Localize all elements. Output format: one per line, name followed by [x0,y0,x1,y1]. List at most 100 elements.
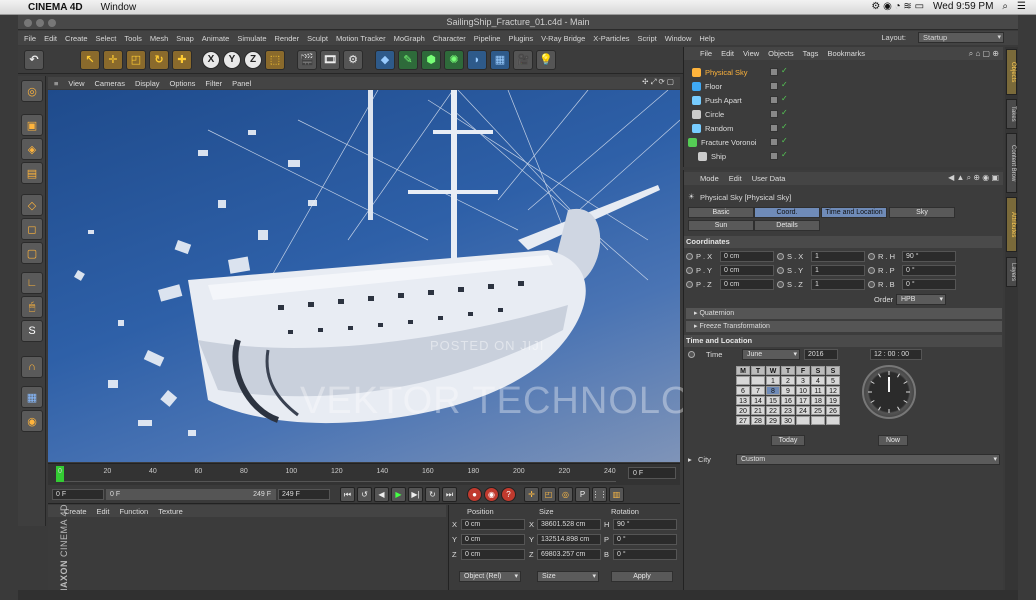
menu-window[interactable]: Window [665,34,692,43]
tweak-mode-icon[interactable]: 🖱 [21,296,43,318]
model-mode-icon[interactable]: ▣ [21,114,43,136]
menu-script[interactable]: Script [638,34,657,43]
viewport-menu-display[interactable]: Display [135,79,160,88]
menu-plugins[interactable]: Plugins [508,34,533,43]
calendar-day[interactable]: 21 [751,406,765,415]
menu-select[interactable]: Select [96,34,117,43]
menu-motion-tracker[interactable]: Motion Tracker [336,34,386,43]
calendar-day[interactable] [751,376,765,385]
viewport-menu-filter[interactable]: Filter [205,79,222,88]
calendar-day[interactable]: 22 [766,406,780,415]
calendar-day[interactable]: 28 [751,416,765,425]
menu-render[interactable]: Render [275,34,300,43]
year-field[interactable]: 2016 [804,349,838,360]
calendar-day[interactable]: 9 [781,386,795,395]
menu-file[interactable]: File [24,34,36,43]
object-row-physical-sky[interactable]: Physical Sky ✓ [684,66,1003,79]
render-settings-icon[interactable]: ⚙ [343,49,363,70]
calendar-day[interactable]: 12 [826,386,840,395]
calendar-day[interactable]: 27 [736,416,750,425]
viewport-handle-icon[interactable]: ≡ [54,79,58,88]
coord-anim-toggle[interactable] [868,253,875,260]
calendar-day[interactable] [826,416,840,425]
calendar-day[interactable]: 8 [766,386,780,395]
app-menu[interactable]: CINEMA 4D [28,2,83,13]
key-param-icon[interactable]: P [575,487,590,502]
object-manager-nav-icons[interactable]: ⌕ ⌂ ▢ ⊕ [969,49,999,59]
time-field[interactable]: 12 : 00 : 00 [870,349,922,360]
layer-tag[interactable] [770,68,778,76]
coord-field[interactable]: 0 ° [902,265,956,276]
object-menu-file[interactable]: File [700,49,712,58]
viewport-menu-options[interactable]: Options [170,79,196,88]
axis-mode-icon[interactable]: ∟ [21,272,43,294]
object-menu-view[interactable]: View [743,49,759,58]
calendar-day[interactable]: 1 [766,376,780,385]
menu-character[interactable]: Character [433,34,466,43]
viewport-menu-view[interactable]: View [68,79,84,88]
calendar-day[interactable]: 4 [811,376,825,385]
menu-animate[interactable]: Animate [202,34,230,43]
tab-basic[interactable]: Basic [688,207,754,218]
side-tab-takes[interactable]: Takes [1006,99,1017,129]
move-icon[interactable]: ✛ [103,49,123,70]
side-tab-attributes[interactable]: Attributes [1006,197,1017,252]
menu-simulate[interactable]: Simulate [237,34,266,43]
coordinate-system-icon[interactable]: ⬚ [265,49,285,70]
key-pla-icon[interactable]: ⋮⋮ [592,487,608,502]
record-icon[interactable]: ● [467,487,482,502]
snap-icon[interactable]: S [21,320,43,342]
tab-coord-[interactable]: Coord. [754,207,820,218]
menu-mesh[interactable]: Mesh [150,34,168,43]
material-menu-edit[interactable]: Edit [97,507,110,516]
calendar-day[interactable]: 30 [781,416,795,425]
prev-key-icon[interactable]: ↺ [357,487,372,502]
live-selection-icon[interactable]: ↖ [80,49,100,70]
menu-tools[interactable]: Tools [124,34,142,43]
undo-icon[interactable]: ↶ [24,49,44,70]
menu-pipeline[interactable]: Pipeline [474,34,501,43]
attr-menu-mode[interactable]: Mode [700,174,719,183]
material-menu-function[interactable]: Function [119,507,148,516]
next-key-icon[interactable]: ↻ [425,487,440,502]
tab-sky[interactable]: Sky [889,207,955,218]
rotate-icon[interactable]: ↻ [149,49,169,70]
menu-sculpt[interactable]: Sculpt [307,34,328,43]
menu-x-particles[interactable]: X-Particles [593,34,629,43]
recent-tool-icon[interactable]: ✚ [172,49,192,70]
render-picture-viewer-icon[interactable]: 🎞 [320,49,340,70]
order-select[interactable]: HPB [896,294,946,305]
attr-menu-user-data[interactable]: User Data [752,174,786,183]
side-tab-layers[interactable]: Layers [1006,257,1017,287]
side-tab-objects[interactable]: Objects [1006,49,1017,95]
texture-mode-icon[interactable]: ◈ [21,138,43,160]
calendar-day[interactable]: 5 [826,376,840,385]
size-field[interactable]: 38601.528 cm [537,519,601,530]
key-rotation-icon[interactable]: ◎ [558,487,573,502]
floor-icon[interactable]: ▦ [490,49,510,70]
viewport-nav-icons[interactable]: ✣ ⤢ ⟳ ▢ [642,77,674,87]
y-axis-icon[interactable]: Y [223,50,241,69]
menu-mograph[interactable]: MoGraph [394,34,425,43]
size-field[interactable]: 132514.898 cm [537,534,601,545]
polygons-mode-icon[interactable]: ▢ [21,242,43,264]
coord-anim-toggle[interactable] [686,281,693,288]
lock-workplane-icon[interactable]: ▦ [21,386,43,408]
coord-field[interactable]: 0 cm [720,279,774,290]
menu-create[interactable]: Create [65,34,88,43]
pos-field[interactable]: 0 cm [461,519,525,530]
pen-icon[interactable]: ✎ [398,49,418,70]
calendar-day[interactable]: 25 [811,406,825,415]
object-menu-objects[interactable]: Objects [768,49,793,58]
coord-field[interactable]: 1 [811,251,865,262]
scale-icon[interactable]: ◰ [126,49,146,70]
points-mode-icon[interactable]: ◇ [21,194,43,216]
visibility-check-icon[interactable]: ✓ [781,108,788,117]
calendar-day[interactable] [811,416,825,425]
apply-button[interactable]: Apply [611,571,673,582]
layout-select[interactable]: Startup [918,32,1004,43]
visibility-check-icon[interactable]: ✓ [781,150,788,159]
material-manager[interactable]: Create Edit Function Texture MAXON CINEMA 4… [48,504,446,596]
rotation-field[interactable]: 0 ° [613,534,677,545]
menu-edit[interactable]: Edit [44,34,57,43]
